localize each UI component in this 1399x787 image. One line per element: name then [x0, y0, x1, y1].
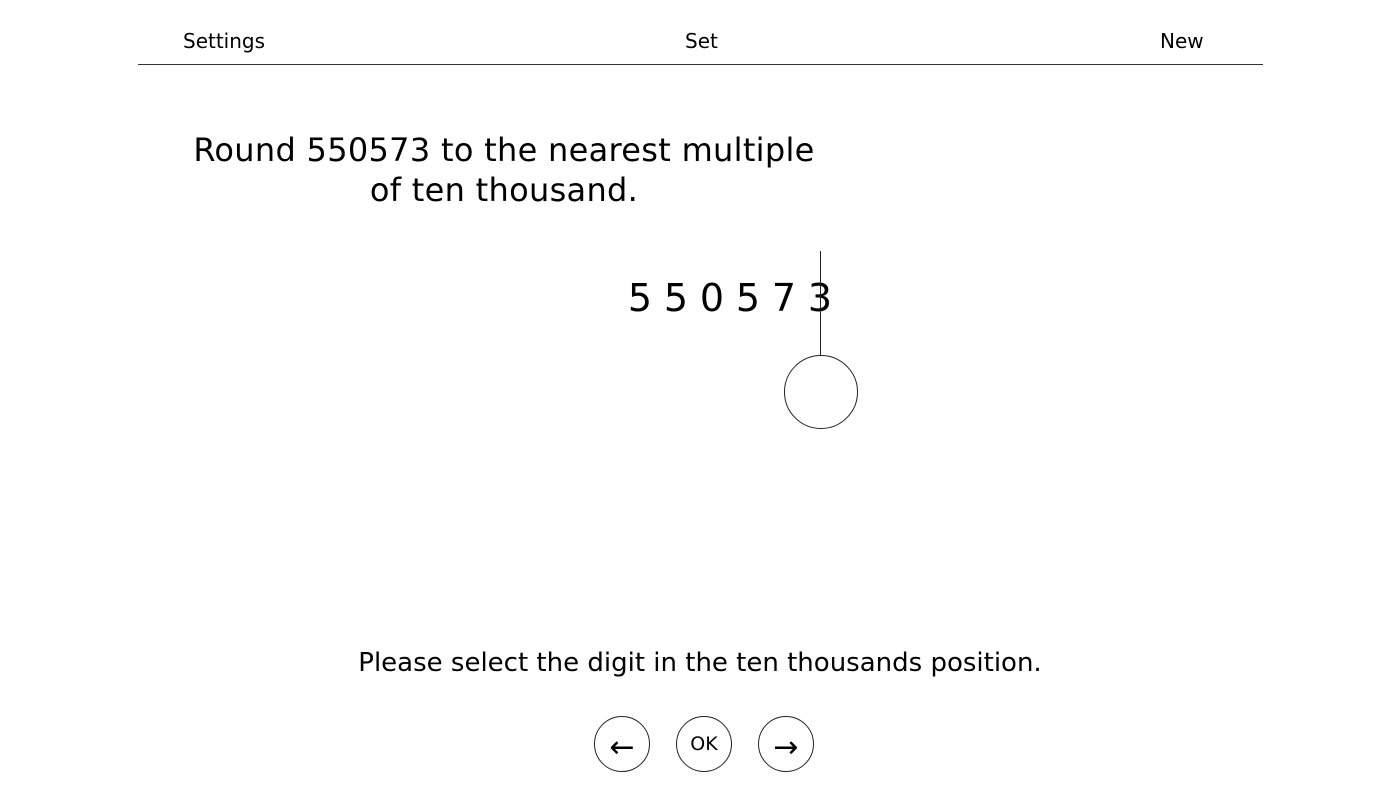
pointer-line: [820, 251, 821, 356]
app-canvas: Settings Set New Round 550573 to the nea…: [0, 0, 1399, 787]
digit-hundred-thousands[interactable]: 5: [622, 272, 658, 324]
new-menu[interactable]: New: [1160, 28, 1204, 54]
question-text: Round 550573 to the nearest multiple of …: [193, 131, 815, 209]
next-button[interactable]: →: [758, 716, 814, 772]
digit-thousands[interactable]: 0: [694, 272, 730, 324]
digit-hundreds[interactable]: 5: [730, 272, 766, 324]
instruction-text: Please select the digit in the ten thous…: [358, 648, 1042, 678]
digit-ten-thousands[interactable]: 5: [658, 272, 694, 324]
ok-button-label: OK: [690, 733, 718, 755]
nav-divider: [138, 64, 1263, 65]
previous-button[interactable]: ←: [594, 716, 650, 772]
pointer-handle[interactable]: [784, 355, 858, 429]
settings-menu[interactable]: Settings: [183, 28, 265, 54]
set-menu[interactable]: Set: [685, 28, 718, 54]
arrow-right-icon: →: [773, 730, 799, 765]
ok-button[interactable]: OK: [676, 716, 732, 772]
arrow-left-icon: ←: [609, 730, 635, 765]
digit-tens[interactable]: 7: [766, 272, 802, 324]
